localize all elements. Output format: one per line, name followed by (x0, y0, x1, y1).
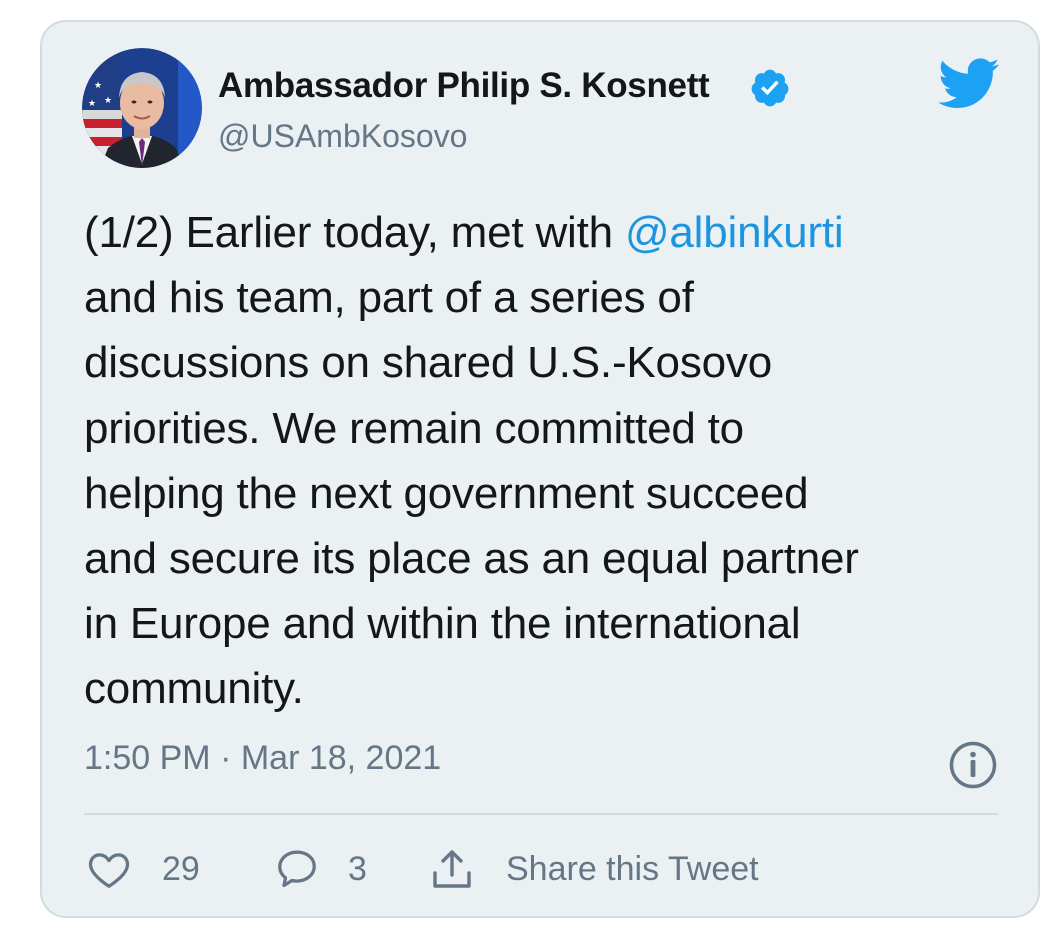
tweet-text-line: discussions on shared U.S.-Kosovo (84, 338, 772, 388)
avatar[interactable]: ★ ★ ★ (82, 48, 202, 168)
heart-icon (88, 853, 130, 888)
like-button[interactable]: 29 (86, 844, 200, 894)
tweet-text: (1/2) Earlier today, met with @albinkurt… (84, 200, 1014, 722)
avatar-photo: ★ ★ ★ (82, 48, 202, 168)
share-button[interactable]: Share this Tweet (428, 844, 759, 894)
tweet-text-line: community. (84, 664, 304, 714)
info-icon[interactable] (948, 740, 998, 790)
tweet-text-segment: (1/2) Earlier today, met with (84, 208, 625, 257)
author-name[interactable]: Ambassador Philip S. Kosnett (218, 66, 710, 106)
reply-count: 3 (348, 849, 367, 888)
tweet-text-line: in Europe and within the international (84, 599, 801, 649)
share-icon (433, 850, 471, 888)
tweet-text-line: and secure its place as an equal partner (84, 534, 859, 584)
reply-button[interactable]: 3 (274, 844, 367, 894)
tweet-text-line: and his team, part of a series of (84, 273, 694, 323)
share-label: Share this Tweet (506, 849, 759, 888)
twitter-bird-icon[interactable] (938, 58, 1000, 110)
tweet-text-line: helping the next government succeed (84, 468, 809, 518)
divider (84, 813, 998, 815)
svg-text:★: ★ (88, 99, 96, 109)
tweet-card[interactable]: ★ ★ ★ Ambassador Philip S. Kosnett @USAm… (40, 20, 1040, 918)
verified-badge-icon (751, 69, 789, 107)
mention-link[interactable]: @albinkurti (625, 208, 844, 257)
svg-text:★: ★ (94, 81, 102, 91)
tweet-text-line: (1/2) Earlier today, met with @albinkurt… (84, 200, 1014, 265)
tweet-timestamp[interactable]: 1:50 PM · Mar 18, 2021 (84, 739, 441, 778)
tweet-text-line: priorities. We remain committed to (84, 403, 744, 453)
author-handle[interactable]: @USAmbKosovo (218, 118, 467, 155)
svg-text:★: ★ (104, 96, 112, 106)
like-count: 29 (162, 849, 200, 888)
speech-bubble-icon (278, 850, 316, 888)
